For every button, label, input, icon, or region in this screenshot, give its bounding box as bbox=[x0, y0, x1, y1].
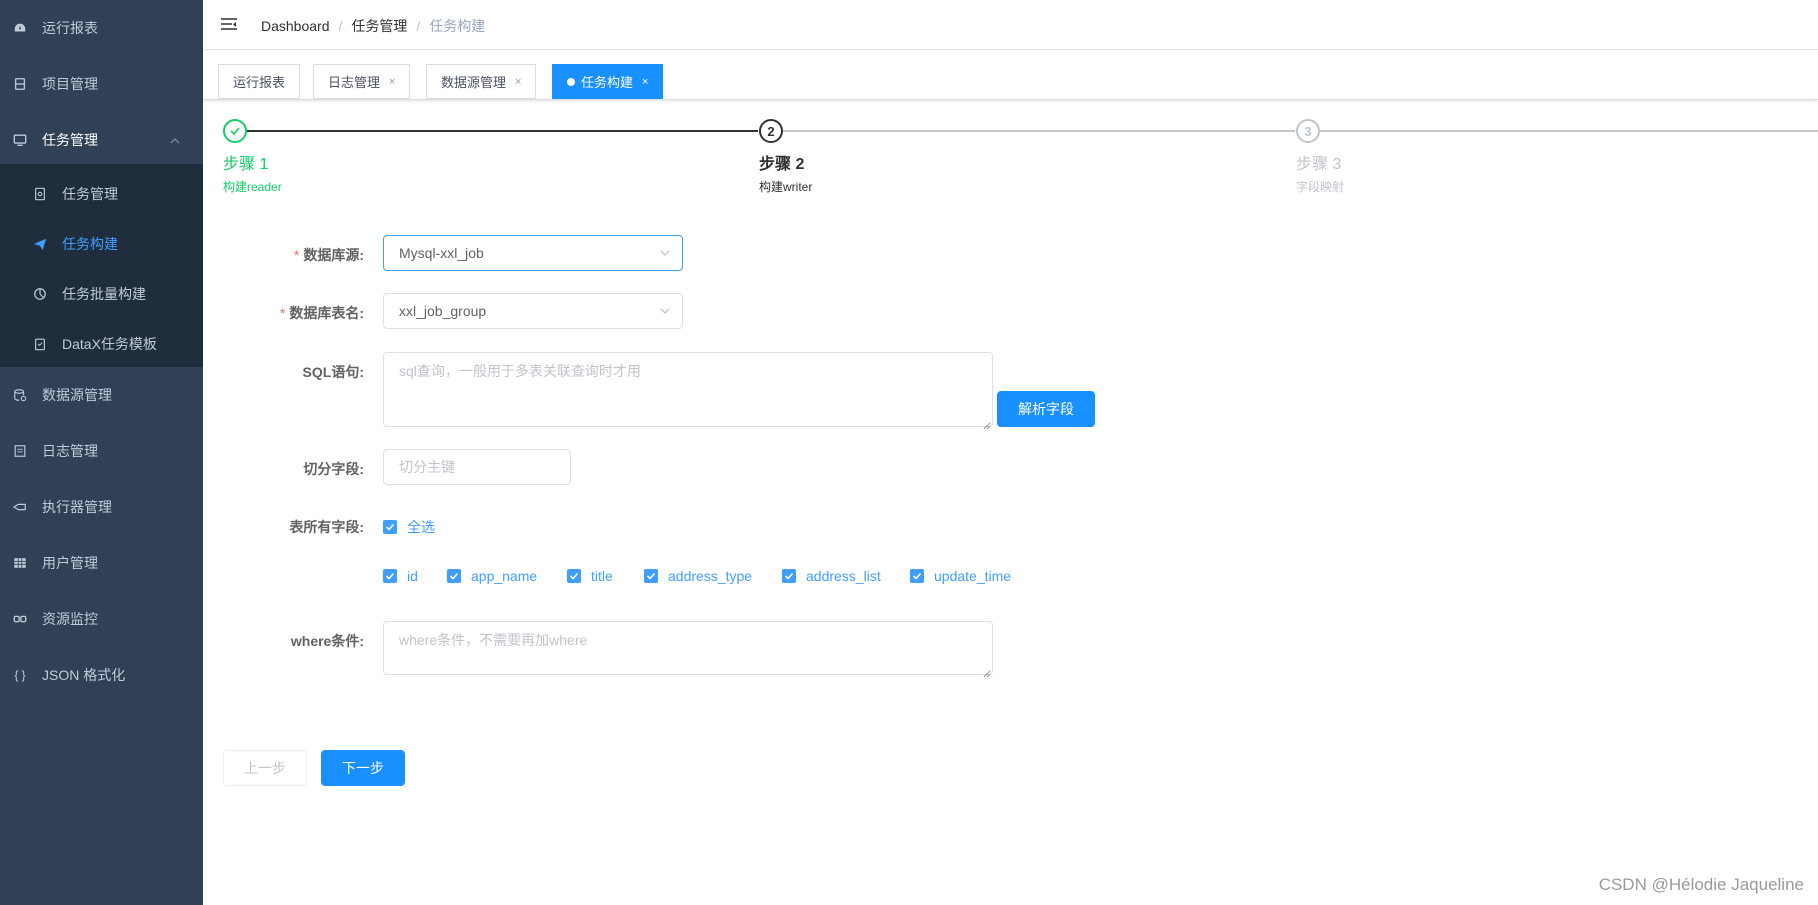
step-2-desc: 构建writer bbox=[759, 180, 813, 194]
tag-log-management[interactable]: 日志管理 × bbox=[313, 64, 411, 99]
sql-textarea[interactable]: sql查询，一般用于多表关联查询时才用 bbox=[383, 352, 993, 430]
table-select[interactable]: xxl_job_group bbox=[383, 293, 683, 329]
resize-handle-icon[interactable] bbox=[983, 417, 991, 430]
submenu: 任务管理 任务构建 任务批量构建 DataX任务模板 bbox=[0, 164, 203, 367]
checkbox-checked-icon bbox=[782, 569, 796, 583]
sidebar-item-json-format[interactable]: { } JSON 格式化 bbox=[0, 647, 203, 703]
step-1-desc: 构建reader bbox=[223, 180, 282, 194]
watermark: CSDN @Hélodie Jaqueline bbox=[1598, 875, 1804, 894]
tag-run-report[interactable]: 运行报表 bbox=[218, 64, 301, 99]
prev-step-button[interactable]: 上一步 bbox=[223, 750, 307, 786]
breadcrumb-separator: / bbox=[416, 18, 421, 34]
sidebar-item-dashboard[interactable]: 运行报表 bbox=[0, 0, 203, 56]
parse-fields-button[interactable]: 解析字段 bbox=[997, 391, 1095, 427]
checkbox-checked-icon bbox=[910, 569, 924, 583]
submenu-item-task-management[interactable]: 任务管理 bbox=[0, 169, 203, 219]
submenu-item-task-build[interactable]: 任务构建 bbox=[0, 219, 203, 269]
breadcrumb-current: 任务构建 bbox=[429, 18, 486, 34]
chart-icon bbox=[32, 286, 48, 302]
close-icon[interactable]: × bbox=[642, 76, 648, 88]
checkbox-checked-icon bbox=[567, 569, 581, 583]
sidebar-item-task-management[interactable]: 任务管理 bbox=[0, 112, 203, 168]
breadcrumb-separator: / bbox=[338, 18, 343, 34]
sidebar: 运行报表 项目管理 任务管理 任务管理 任务构建 任务批量构建 DataX任务模… bbox=[0, 0, 203, 905]
dashboard-icon bbox=[12, 20, 28, 36]
step-line-2 bbox=[783, 130, 1295, 132]
select-all-checkbox[interactable]: 全选 bbox=[383, 517, 435, 537]
executor-icon bbox=[12, 499, 28, 515]
user-table-icon bbox=[12, 555, 28, 571]
split-key-input[interactable]: 切分主键 bbox=[383, 449, 571, 485]
navbar: Dashboard / 任务管理 / 任务构建 bbox=[203, 0, 1818, 50]
where-label: where条件: bbox=[290, 633, 364, 649]
chevron-down-icon bbox=[658, 246, 672, 263]
sidebar-item-log[interactable]: 日志管理 bbox=[0, 423, 203, 479]
field-checkbox-update-time[interactable]: update_time bbox=[910, 568, 1011, 584]
send-icon bbox=[32, 236, 48, 252]
field-checkbox-title[interactable]: title bbox=[567, 568, 613, 584]
tags-view: 运行报表 日志管理 × 数据源管理 × 任务构建 × bbox=[203, 50, 1818, 100]
step-2-number: 2 bbox=[759, 119, 783, 143]
field-checkbox-id[interactable]: id bbox=[383, 568, 418, 584]
chevron-down-icon bbox=[658, 304, 672, 321]
fields-label: 表所有字段: bbox=[289, 519, 364, 535]
sql-label: SQL语句: bbox=[302, 364, 364, 380]
sidebar-item-executor[interactable]: 执行器管理 bbox=[0, 479, 203, 535]
sidebar-item-project[interactable]: 项目管理 bbox=[0, 56, 203, 112]
submenu-item-datax-template[interactable]: DataX任务模板 bbox=[0, 319, 203, 369]
active-dot-icon bbox=[567, 77, 575, 86]
next-step-button[interactable]: 下一步 bbox=[321, 750, 405, 786]
step-3-desc: 字段映射 bbox=[1296, 180, 1345, 194]
submenu-item-batch-build[interactable]: 任务批量构建 bbox=[0, 269, 203, 319]
field-checkbox-app-name[interactable]: app_name bbox=[447, 568, 537, 584]
datasource-select[interactable]: Mysql-xxl_job bbox=[383, 235, 683, 271]
step-3-number: 3 bbox=[1296, 119, 1320, 143]
datasource-label: * 数据库源: bbox=[293, 247, 364, 263]
step-line-3 bbox=[1320, 130, 1818, 132]
checkbox-checked-icon bbox=[383, 520, 397, 534]
breadcrumb: Dashboard / 任务管理 / 任务构建 bbox=[261, 16, 485, 36]
clipboard-icon bbox=[32, 336, 48, 352]
breadcrumb-task-management[interactable]: 任务管理 bbox=[351, 16, 407, 36]
step-line-1 bbox=[246, 130, 758, 132]
monitor-icon bbox=[12, 132, 28, 148]
resize-handle-icon[interactable] bbox=[983, 665, 991, 678]
field-checkbox-address-type[interactable]: address_type bbox=[644, 568, 752, 584]
step-1-check-icon bbox=[223, 119, 247, 143]
field-checkbox-address-list[interactable]: address_list bbox=[782, 568, 881, 584]
step-3-title: 步骤 3 bbox=[1296, 156, 1342, 173]
breadcrumb-dashboard[interactable]: Dashboard bbox=[261, 18, 330, 34]
step-1-title: 步骤 1 bbox=[223, 156, 269, 173]
braces-icon: { } bbox=[14, 668, 26, 682]
checkbox-checked-icon bbox=[383, 569, 397, 583]
sidebar-item-user[interactable]: 用户管理 bbox=[0, 535, 203, 591]
task-doc-icon bbox=[32, 186, 48, 202]
database-icon bbox=[12, 387, 28, 403]
monitor-link-icon bbox=[12, 611, 28, 627]
split-label: 切分字段: bbox=[303, 461, 364, 477]
close-icon[interactable]: × bbox=[389, 76, 395, 88]
tag-datasource-management[interactable]: 数据源管理 × bbox=[426, 64, 537, 99]
checkbox-checked-icon bbox=[644, 569, 658, 583]
chevron-up-icon bbox=[169, 134, 181, 150]
checkbox-checked-icon bbox=[447, 569, 461, 583]
tag-task-build[interactable]: 任务构建 × bbox=[552, 64, 664, 99]
table-label: * 数据库表名: bbox=[279, 305, 364, 321]
log-icon bbox=[12, 443, 28, 459]
hamburger-icon[interactable] bbox=[219, 15, 239, 35]
sidebar-item-resource-monitor[interactable]: 资源监控 bbox=[0, 591, 203, 647]
where-textarea[interactable]: where条件，不需要再加where bbox=[383, 621, 993, 678]
close-icon[interactable]: × bbox=[515, 76, 521, 88]
sidebar-item-datasource[interactable]: 数据源管理 bbox=[0, 367, 203, 423]
step-2-title: 步骤 2 bbox=[759, 156, 805, 173]
project-icon bbox=[12, 76, 28, 92]
